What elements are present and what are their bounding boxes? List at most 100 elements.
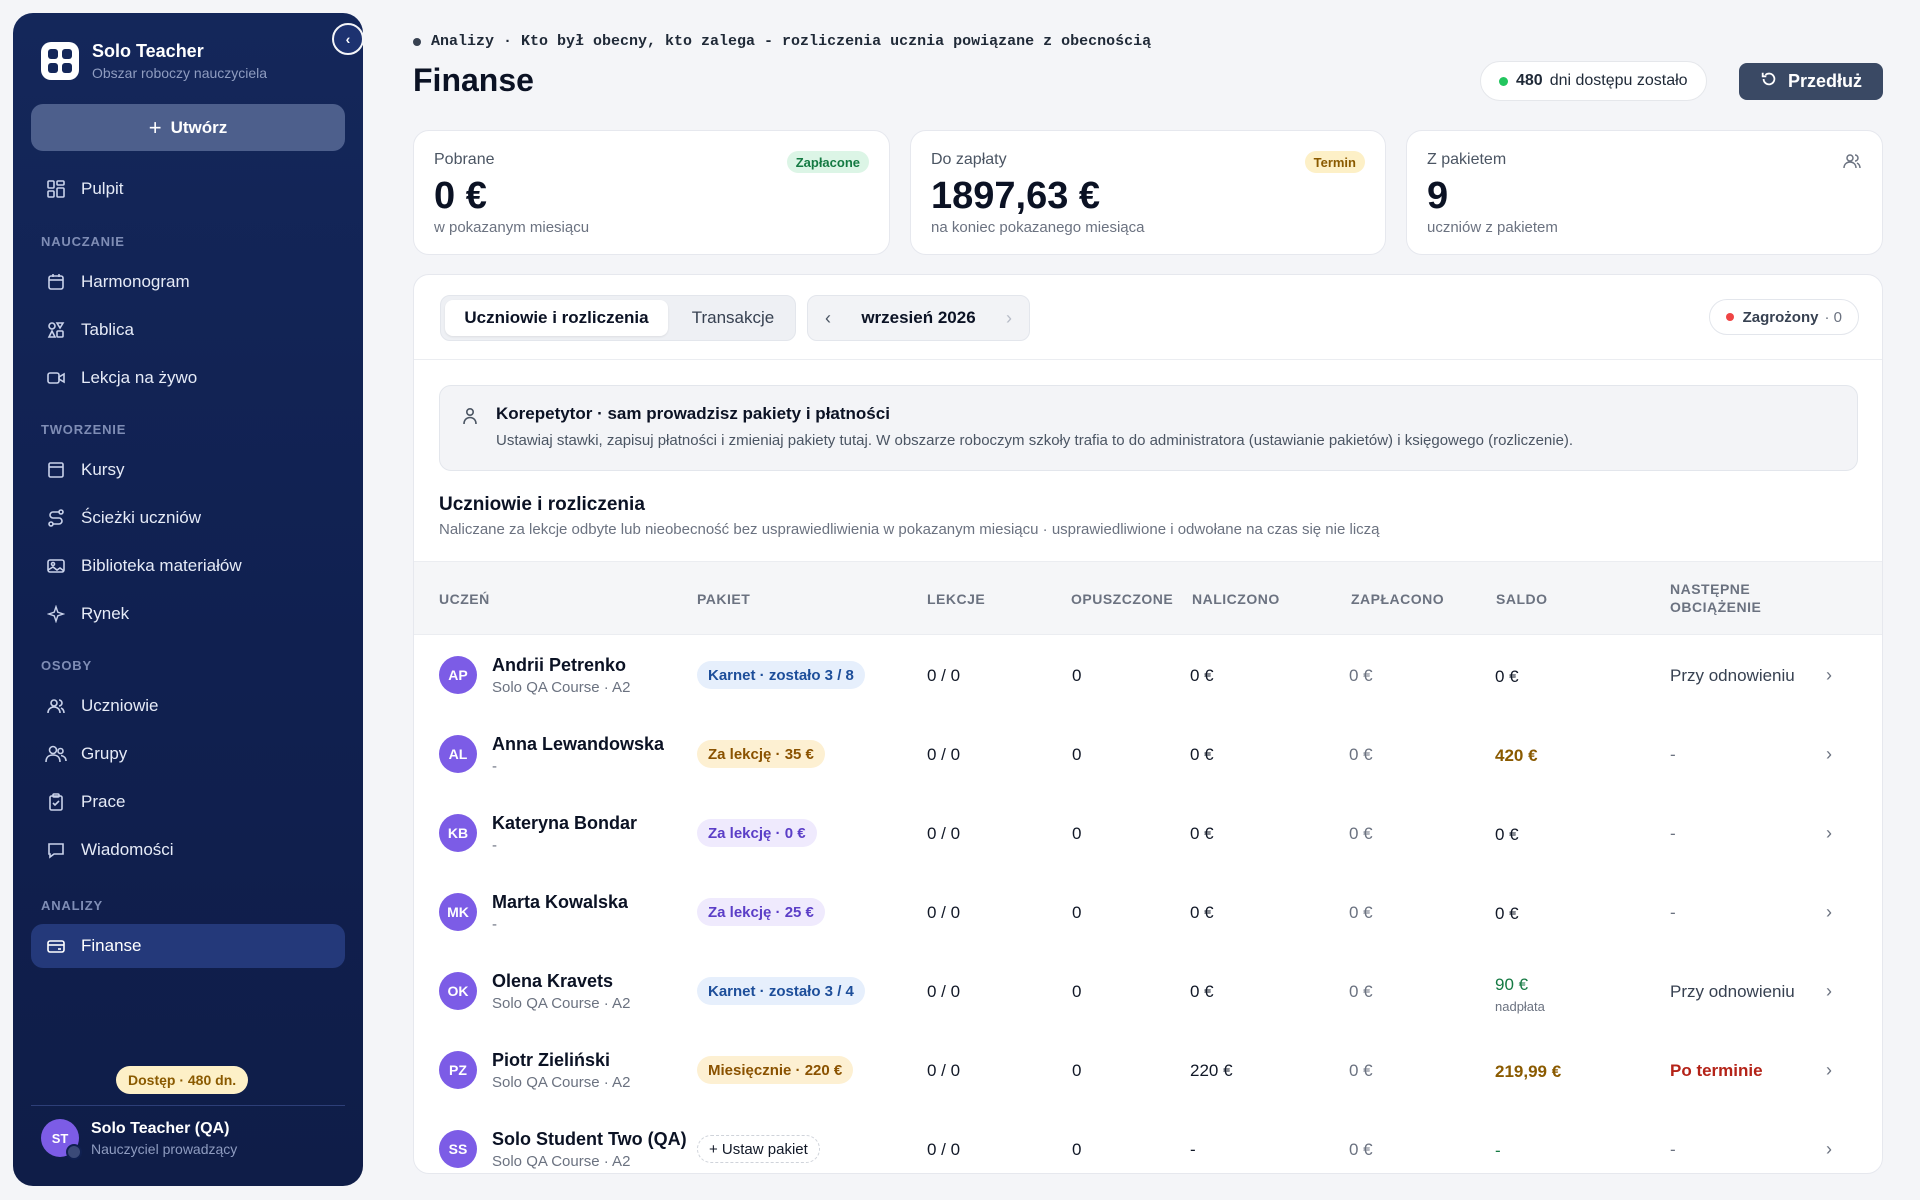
sidebar: Solo Teacher Obszar roboczy nauczyciela …: [13, 13, 363, 1186]
column-header-package[interactable]: PAKIET: [697, 590, 750, 608]
sidebar-item-works[interactable]: Prace: [31, 780, 345, 824]
extend-button[interactable]: Przedłuż: [1739, 63, 1883, 100]
sidebar-item-label: Lekcja na żywo: [81, 368, 198, 387]
package-badge[interactable]: Za lekcję · 25 €: [697, 898, 825, 926]
sidebar-item-label: Prace: [81, 792, 126, 811]
stat-subtitle: w pokazanym miesiącu: [434, 219, 590, 236]
sidebar-divider: [31, 1105, 345, 1106]
paid-amount: 0 €: [1349, 1140, 1373, 1159]
student-name[interactable]: Piotr Zieliński: [492, 1050, 610, 1071]
student-course: -: [492, 758, 497, 775]
sidebar-item-students[interactable]: Uczniowie: [31, 684, 345, 728]
balance-amount: 0 €: [1495, 904, 1519, 923]
status-dot-icon: [1499, 76, 1508, 86]
charged-amount: -: [1190, 1140, 1196, 1159]
table-row[interactable]: KB Kateryna Bondar - Za lekcję · 0 € 0 / 0 0 0…: [414, 794, 1882, 873]
days-count: 480: [1516, 72, 1543, 89]
column-header-balance[interactable]: SALDO: [1496, 590, 1548, 608]
paid-amount: 0 €: [1349, 666, 1373, 685]
app-logo-icon: [41, 42, 79, 80]
chevron-right-icon[interactable]: ›: [1826, 665, 1832, 686]
at-risk-filter[interactable]: Zagrożony · 0: [1708, 299, 1859, 335]
sidebar-item-board[interactable]: Tablica: [31, 308, 345, 352]
table-row[interactable]: MK Marta Kowalska - Za lekcję · 25 € 0 / 0 0 0…: [414, 873, 1882, 952]
sidebar-item-label: Grupy: [81, 744, 128, 763]
chevron-right-icon[interactable]: ›: [1826, 902, 1832, 923]
package-badge[interactable]: Karnet · zostało 3 / 4: [697, 977, 865, 1005]
lessons-count: 0 / 0: [927, 824, 961, 843]
sidebar-item-market[interactable]: Rynek: [31, 592, 345, 636]
avatar: PZ: [439, 1051, 477, 1089]
image-icon: [45, 555, 67, 577]
package-badge[interactable]: Za lekcję · 0 €: [697, 819, 817, 847]
section-analytics: ANALIZY: [41, 898, 103, 913]
package-badge[interactable]: Karnet · zostało 3 / 8: [697, 661, 865, 689]
user-icon: [460, 406, 480, 431]
create-button[interactable]: + Utwórz: [31, 104, 345, 151]
chevron-right-icon[interactable]: ›: [1826, 981, 1832, 1002]
next-month-button[interactable]: ›: [989, 308, 1029, 329]
stat-label: Pobrane: [434, 151, 495, 168]
student-name[interactable]: Kateryna Bondar: [492, 813, 637, 834]
sidebar-item-courses[interactable]: Kursy: [31, 448, 345, 492]
user-profile[interactable]: ST Solo Teacher (QA) Nauczyciel prowadzą…: [41, 1119, 237, 1160]
chevron-right-icon[interactable]: ›: [1826, 1139, 1832, 1160]
brand[interactable]: Solo Teacher Obszar roboczy nauczyciela: [41, 41, 267, 81]
column-header-lessons[interactable]: LEKCJE: [927, 590, 985, 608]
package-badge[interactable]: Za lekcję · 35 €: [697, 740, 825, 768]
table-row[interactable]: PZ Piotr Zieliński Solo QA Course · A2 Mies…: [414, 1031, 1882, 1110]
charged-amount: 0 €: [1190, 745, 1214, 764]
route-icon: [45, 507, 67, 529]
student-course: Solo QA Course · A2: [492, 995, 631, 1012]
clipboard-icon: [45, 791, 67, 813]
sidebar-item-student-paths[interactable]: Ścieżki uczniów: [31, 496, 345, 540]
student-name[interactable]: Marta Kowalska: [492, 892, 628, 913]
sidebar-item-messages[interactable]: Wiadomości: [31, 828, 345, 872]
package-badge[interactable]: Miesięcznie · 220 €: [697, 1056, 854, 1084]
calendar-icon: [45, 271, 67, 293]
column-header-line: NASTĘPNE: [1670, 581, 1751, 597]
days-label: dni dostępu zostało: [1549, 72, 1688, 89]
lessons-count: 0 / 0: [927, 1061, 961, 1080]
at-risk-label: Zagrożony: [1742, 308, 1819, 326]
collapse-sidebar-button[interactable]: ‹: [332, 23, 364, 55]
tab-transactions[interactable]: Transakcje: [673, 300, 793, 336]
column-header-missed[interactable]: OPUSZCZONE: [1071, 590, 1173, 608]
status-badge: Termin: [1304, 151, 1365, 173]
stat-card-collected: Pobrane Zapłacone 0 € w pokazanym miesią…: [413, 130, 890, 255]
column-header-student[interactable]: UCZEŃ: [439, 590, 490, 608]
sidebar-item-groups[interactable]: Grupy: [31, 732, 345, 776]
chevron-right-icon[interactable]: ›: [1826, 1060, 1832, 1081]
student-name[interactable]: Olena Kravets: [492, 971, 613, 992]
table-row[interactable]: OK Olena Kravets Solo QA Course · A2 Karnet…: [414, 952, 1882, 1031]
wallet-icon: [45, 935, 67, 957]
paid-amount: 0 €: [1349, 745, 1373, 764]
info-text: Ustawiaj stawki, zapisuj płatności i zmi…: [496, 432, 1574, 449]
missed-count: 0: [1072, 666, 1082, 685]
missed-count: 0: [1072, 745, 1082, 764]
sidebar-item-schedule[interactable]: Harmonogram: [31, 260, 345, 304]
column-header-next-charge[interactable]: NASTĘPNE OBCIĄŻENIE: [1670, 580, 1761, 616]
sidebar-item-live-lesson[interactable]: Lekcja na żywo: [31, 356, 345, 400]
tab-students-billing[interactable]: Uczniowie i rozliczenia: [445, 300, 668, 336]
table-row[interactable]: SS Solo Student Two (QA) Solo QA Course · …: [414, 1110, 1882, 1173]
lessons-count: 0 / 0: [927, 982, 961, 1001]
student-name[interactable]: Andrii Petrenko: [492, 655, 626, 676]
set-package-button[interactable]: + Ustaw pakiet: [697, 1135, 820, 1163]
sidebar-item-dashboard[interactable]: Pulpit: [31, 167, 345, 211]
bullet-icon: [413, 37, 421, 46]
student-name[interactable]: Solo Student Two (QA): [492, 1129, 687, 1150]
column-header-paid[interactable]: ZAPŁACONO: [1351, 590, 1444, 608]
sidebar-item-library[interactable]: Biblioteka materiałów: [31, 544, 345, 588]
table-row[interactable]: AP Andrii Petrenko Solo QA Course · A2 Karn…: [414, 636, 1882, 715]
table-row[interactable]: AL Anna Lewandowska - Za lekcję · 35 € 0 / 0…: [414, 715, 1882, 794]
chevron-right-icon: ›: [1006, 307, 1012, 328]
chevron-right-icon[interactable]: ›: [1826, 744, 1832, 765]
billing-panel: Uczniowie i rozliczenia Transakcje ‹ wrz…: [413, 274, 1883, 1174]
previous-month-button[interactable]: ‹: [808, 308, 848, 329]
student-name[interactable]: Anna Lewandowska: [492, 734, 664, 755]
chevron-right-icon[interactable]: ›: [1826, 823, 1832, 844]
missed-count: 0: [1072, 982, 1082, 1001]
sidebar-item-finance[interactable]: Finanse: [31, 924, 345, 968]
column-header-charged[interactable]: NALICZONO: [1192, 590, 1280, 608]
